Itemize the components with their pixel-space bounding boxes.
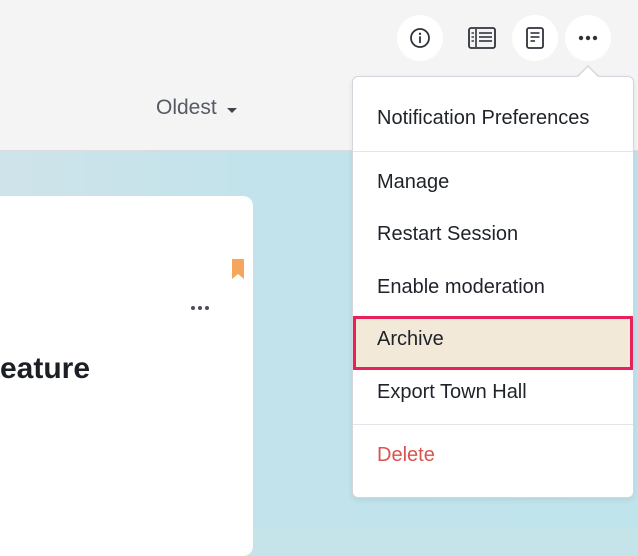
- menu-item-export-town-hall[interactable]: Export Town Hall: [377, 381, 527, 404]
- menu-pointer-fill: [577, 67, 599, 78]
- menu-item-delete[interactable]: Delete: [377, 444, 435, 467]
- sort-dropdown[interactable]: Oldest: [156, 96, 237, 120]
- list-view-icon: [468, 27, 496, 49]
- more-icon: [191, 306, 209, 310]
- more-icon: [578, 35, 598, 41]
- info-icon: [410, 28, 430, 48]
- bookmark-icon[interactable]: [231, 258, 245, 280]
- document-icon: [526, 27, 544, 49]
- info-button[interactable]: [397, 15, 443, 61]
- options-menu: Notification Preferences Manage Restart …: [352, 76, 634, 498]
- card-more-button[interactable]: [190, 294, 210, 317]
- list-view-button[interactable]: [459, 15, 505, 61]
- menu-divider: [353, 424, 633, 425]
- sort-label: Oldest: [156, 96, 217, 119]
- caret-down-icon: [226, 107, 237, 113]
- menu-item-archive[interactable]: Archive: [377, 328, 444, 351]
- menu-item-enable-moderation[interactable]: Enable moderation: [377, 276, 545, 299]
- top-toolbar: [0, 0, 638, 76]
- menu-item-manage[interactable]: Manage: [377, 171, 449, 194]
- menu-divider: [353, 151, 633, 152]
- menu-item-notification-preferences[interactable]: Notification Preferences: [377, 107, 589, 130]
- menu-item-restart-session[interactable]: Restart Session: [377, 223, 518, 246]
- document-button[interactable]: [512, 15, 558, 61]
- card-title: eature: [0, 352, 91, 385]
- more-options-button[interactable]: [565, 15, 611, 61]
